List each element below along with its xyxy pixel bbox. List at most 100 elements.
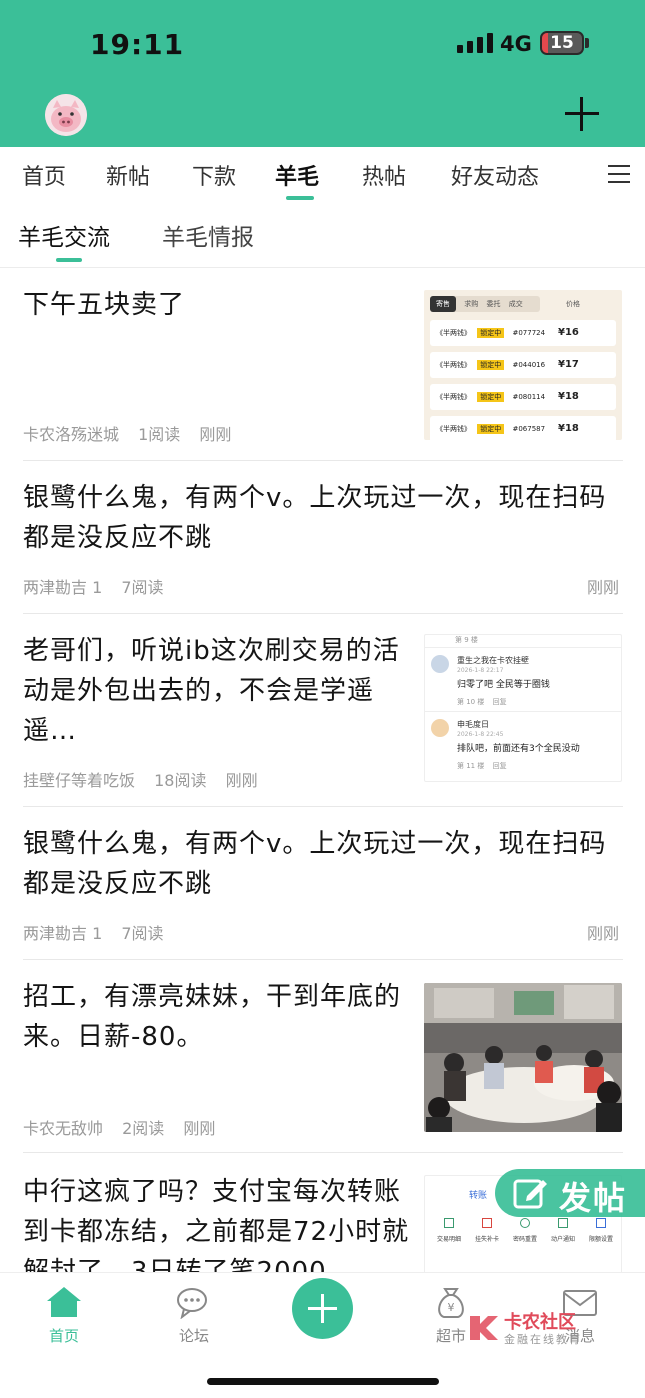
watermark-subtitle: 金融在线教育 — [504, 1333, 582, 1346]
card-icon — [482, 1218, 492, 1228]
post-time: 刚刚 — [183, 1119, 216, 1138]
post-meta: 两津勘吉 1 7阅读 — [23, 920, 178, 944]
post-title: 下午五块卖了 — [23, 290, 186, 320]
thumb-row-code: #077724 — [512, 329, 546, 337]
active-subtab-indicator — [56, 258, 82, 262]
tab-loan[interactable]: 下款 — [192, 159, 236, 191]
comment-date: 2026-1-8 22:17 — [457, 667, 504, 674]
thumb-transfer-label: 转账 — [469, 1191, 488, 1201]
post-time: 刚刚 — [225, 771, 258, 790]
limit-icon — [596, 1218, 606, 1228]
thumb-tab: 寄售 — [430, 296, 456, 312]
thumb-row-tag: 锁定中 — [477, 360, 505, 370]
thumb-row-price: ¥18 — [558, 391, 579, 402]
post-thumbnail: 第 9 楼 重生之我在卡农挂壁 2026-1-8 22:17 归零了吧 全民等于… — [424, 634, 622, 782]
post-meta: 卡农无敌帅 2阅读 刚刚 — [23, 1115, 229, 1139]
app-header: 19:11 4G 15 — [0, 0, 645, 147]
thumb-row-price: ¥16 — [558, 327, 579, 338]
post-item[interactable]: 下午五块卖了 卡农洛殇迷城 1阅读 刚刚 寄售 求购 委托 成交 价格 《半两钱… — [0, 268, 645, 460]
thumb-row: 《半两钱》 锁定中 #067587 ¥18 — [430, 416, 616, 440]
comment-text: 归零了吧 全民等于圈钱 — [457, 680, 550, 690]
active-tab-indicator — [286, 196, 314, 200]
comment-floor: 第 11 楼 — [457, 762, 485, 770]
tab-friends[interactable]: 好友动态 — [451, 159, 539, 191]
comment-footer: 第 10 楼 回复 — [457, 697, 507, 707]
comment-author: 重生之我在卡农挂壁 — [457, 656, 529, 665]
thumb-row-tag: 锁定中 — [477, 424, 505, 434]
nav-forum-label: 论坛 — [178, 1327, 209, 1345]
post-title: 招工，有漂亮妹妹，干到年底的来。日薪-80。 — [23, 982, 402, 1052]
money-bag-icon: ¥ — [438, 1288, 464, 1318]
factory-photo — [424, 983, 622, 1132]
post-meta: 两津勘吉 1 7阅读 — [23, 574, 178, 598]
post-reads: 2阅读 — [122, 1119, 165, 1138]
reply-link: 回复 — [492, 762, 507, 770]
post-time: 刚刚 — [199, 425, 232, 444]
post-thumbnail — [424, 983, 622, 1132]
post-item[interactable]: 银鹭什么鬼，有两个v。上次玩过一次，现在扫码都是没反应不跳 两津勘吉 1 7阅读… — [0, 807, 645, 959]
tab-hot[interactable]: 热帖 — [362, 159, 406, 191]
tab-new[interactable]: 新帖 — [106, 159, 150, 191]
thumb-tab: 委托 — [486, 300, 501, 308]
comment-footer: 第 11 楼 回复 — [457, 761, 507, 771]
thumb-row-name: 《半两钱》 — [436, 329, 471, 337]
home-indicator — [207, 1378, 439, 1385]
thumb-icon-label: 交易明细 — [436, 1236, 461, 1243]
subtab-wool-exchange[interactable]: 羊毛交流 — [18, 218, 110, 252]
thumb-row-price: ¥18 — [558, 423, 579, 434]
post-author: 卡农无敌帅 — [23, 1119, 104, 1138]
new-post-button[interactable]: 发帖 — [495, 1169, 645, 1217]
watermark-logo: 卡农社区 金融在线教育 — [466, 1306, 596, 1350]
post-time: 刚刚 — [586, 578, 619, 597]
post-reads: 7阅读 — [121, 924, 164, 943]
reply-link: 回复 — [492, 698, 507, 706]
post-meta: 挂壁仔等着吃饭 18阅读 刚刚 — [23, 767, 272, 791]
post-meta: 卡农洛殇迷城 1阅读 刚刚 — [23, 421, 245, 445]
top-tabs: 首页 新帖 下款 羊毛 热帖 好友动态 — [0, 147, 645, 202]
thumb-floor: 第 9 楼 — [455, 636, 478, 644]
post-title: 银鹭什么鬼，有两个v。上次玩过一次，现在扫码都是没反应不跳 — [23, 829, 607, 899]
thumb-row-code: #080114 — [512, 393, 546, 401]
post-item[interactable]: 招工，有漂亮妹妹，干到年底的来。日薪-80。 卡农无敌帅 2阅读 刚刚 — [0, 960, 645, 1152]
thumb-row: 《半两钱》 锁定中 #080114 ¥18 — [430, 384, 616, 410]
comment-text: 排队吧，前面还有3个全民没动 — [457, 744, 580, 754]
kanong-logo-icon — [470, 1316, 498, 1340]
create-button[interactable] — [292, 1278, 353, 1339]
thumb-row-tag: 锁定中 — [477, 392, 505, 402]
thumb-row-name: 《半两钱》 — [436, 393, 471, 401]
subtab-wool-intel[interactable]: 羊毛情报 — [162, 218, 254, 252]
comment-author: 申毛度日 — [457, 720, 489, 729]
battery-percent: 15 — [550, 33, 574, 53]
post-author: 两津勘吉 1 — [23, 924, 103, 943]
home-icon — [47, 1287, 81, 1317]
thumb-row-tag: 锁定中 — [477, 328, 505, 338]
thumb-row-price: ¥17 — [558, 359, 579, 370]
thumb-row-code: #067587 — [512, 425, 546, 433]
comment-floor: 第 10 楼 — [457, 698, 485, 706]
tab-wool[interactable]: 羊毛 — [275, 159, 319, 191]
pig-avatar-icon — [45, 94, 87, 136]
svg-text:¥: ¥ — [448, 1301, 455, 1314]
menu-icon[interactable] — [608, 165, 630, 183]
battery-icon: 15 — [540, 31, 584, 55]
post-item[interactable]: 银鹭什么鬼，有两个v。上次玩过一次，现在扫码都是没反应不跳 两津勘吉 1 7阅读… — [0, 461, 645, 613]
thumb-row: 《半两钱》 锁定中 #044016 ¥17 — [430, 352, 616, 378]
avatar[interactable] — [45, 94, 87, 136]
tab-home[interactable]: 首页 — [22, 159, 66, 191]
thumb-icon-label: 动户通知 — [550, 1236, 575, 1243]
sub-tabs: 羊毛交流 羊毛情报 — [0, 210, 645, 268]
new-post-label: 发帖 — [559, 1179, 628, 1217]
post-title: 银鹭什么鬼，有两个v。上次玩过一次，现在扫码都是没反应不跳 — [23, 483, 607, 553]
detail-icon — [444, 1218, 454, 1228]
add-icon[interactable] — [565, 97, 599, 131]
status-time: 19:11 — [90, 28, 185, 61]
comment-avatar — [431, 655, 449, 673]
edit-icon — [513, 1179, 547, 1209]
thumb-sort: 价格 — [566, 300, 580, 308]
post-author: 卡农洛殇迷城 — [23, 425, 120, 444]
battery-cap — [585, 38, 589, 48]
post-item[interactable]: 老哥们，听说ib这次刷交易的活动是外包出去的，不会是学遥遥… 挂壁仔等着吃饭 1… — [0, 614, 645, 806]
comment-avatar — [431, 719, 449, 737]
thumb-row-code: #044016 — [512, 361, 546, 369]
thumb-icon-label: 限额设置 — [588, 1236, 613, 1243]
